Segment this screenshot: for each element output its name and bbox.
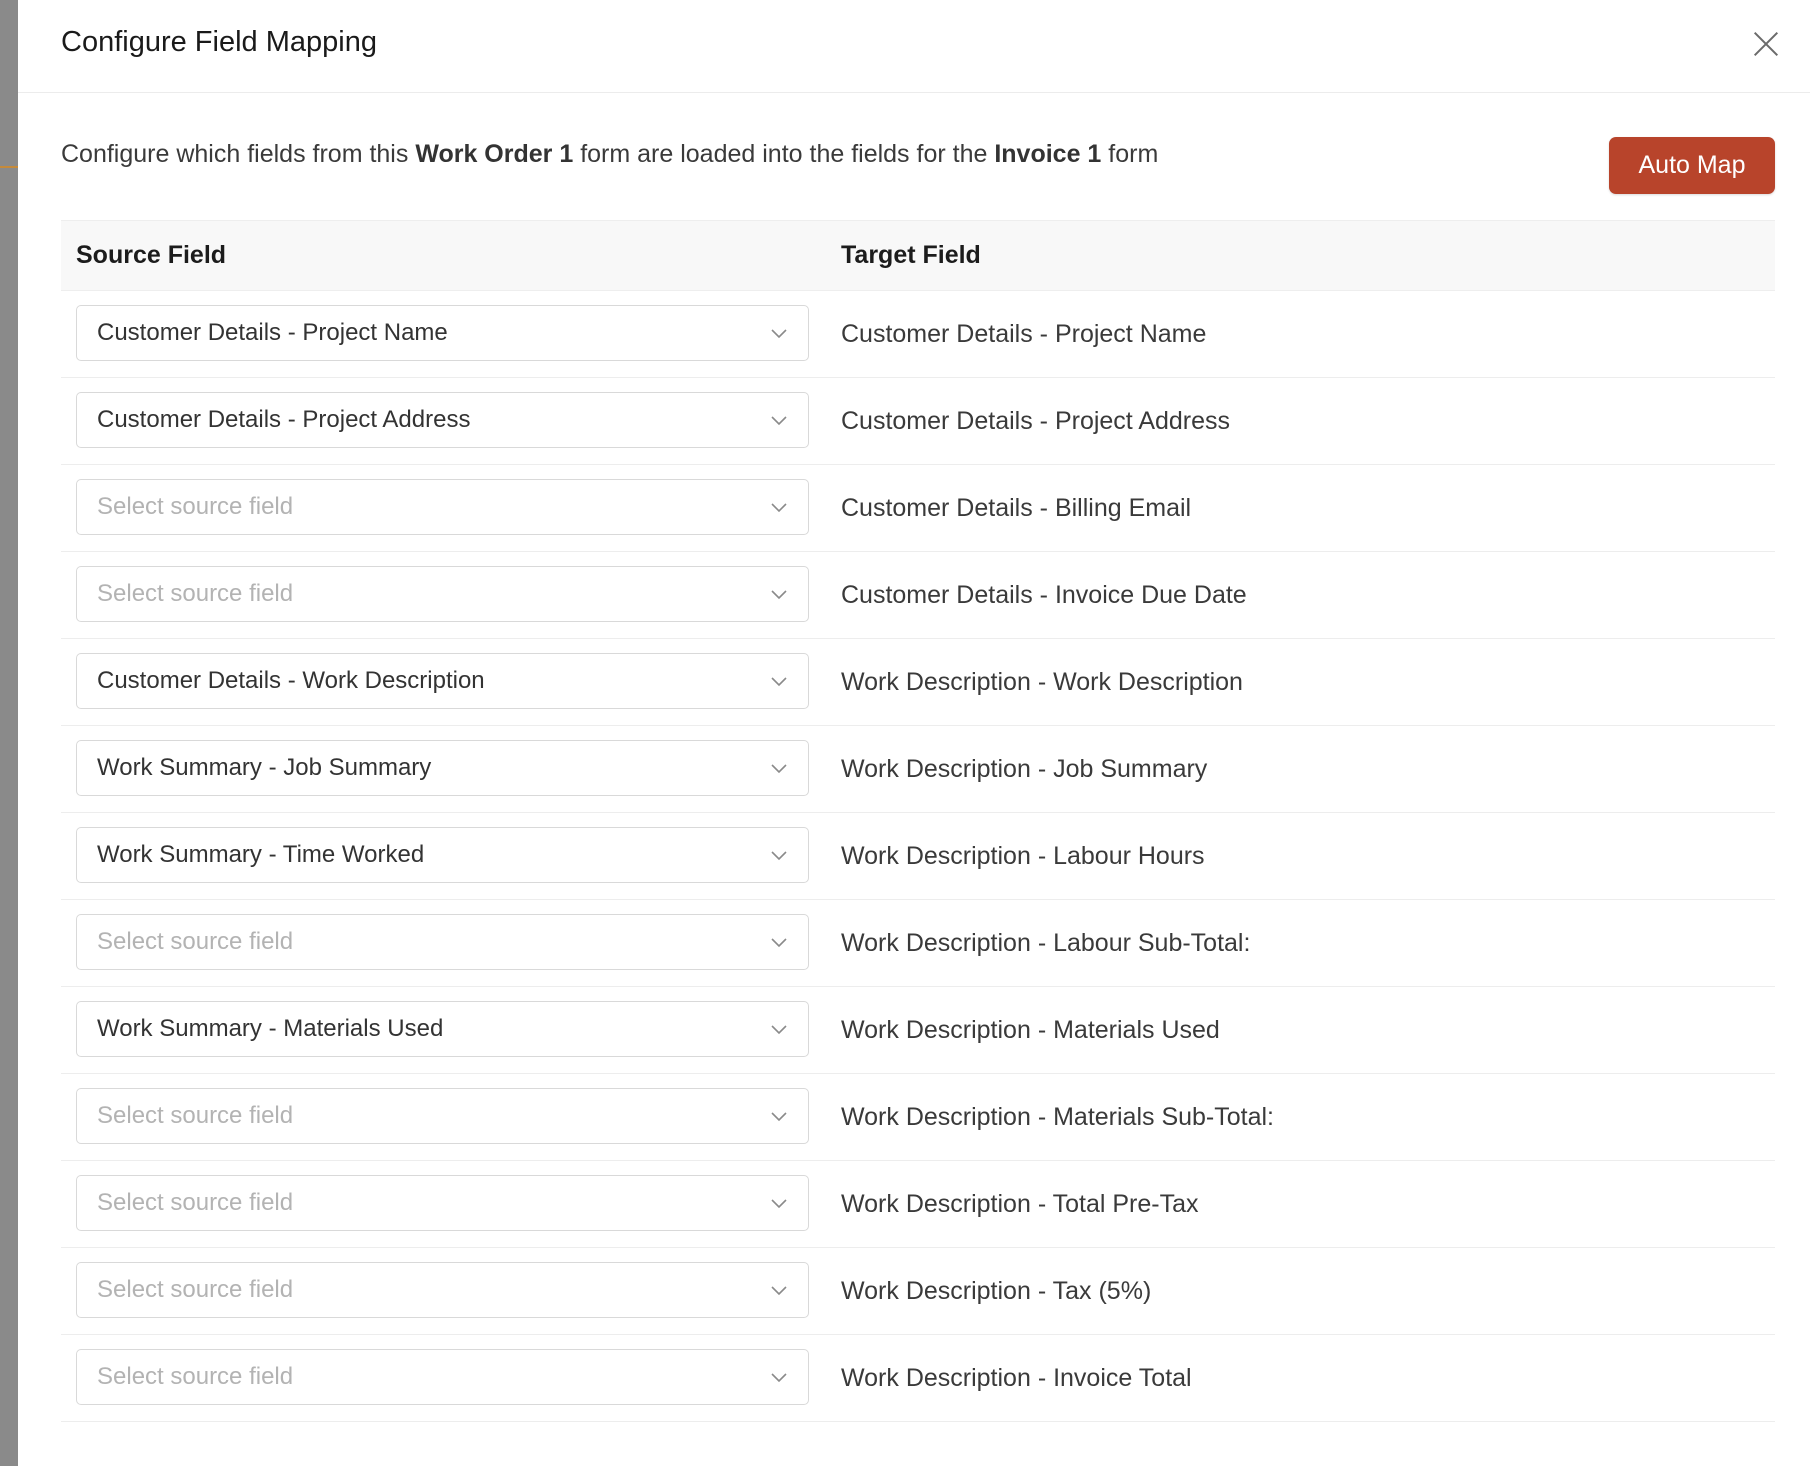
source-field-select[interactable]: Select source field (76, 479, 809, 535)
intro-text: Configure which fields from this Work Or… (61, 140, 1158, 169)
chevron-down-icon (771, 1199, 787, 1209)
target-field-label: Customer Details - Billing Email (841, 494, 1192, 522)
table-header: Source Field Target Field (61, 220, 1775, 291)
chevron-down-icon (771, 1025, 787, 1035)
source-field-select[interactable]: Work Summary - Materials Used (76, 1001, 809, 1057)
source-field-value: Customer Details - Project Name (97, 319, 448, 346)
source-field-select[interactable]: Customer Details - Project Name (76, 305, 809, 361)
table-row: Customer Details - Work Description Work … (61, 639, 1775, 726)
target-field-label: Work Description - Job Summary (841, 755, 1208, 783)
chevron-down-icon (771, 1112, 787, 1122)
source-field-value: Work Summary - Time Worked (97, 841, 425, 868)
table-row: Work Summary - Time Worked Work Descripti… (61, 813, 1775, 900)
table-row: Select source field Work Description - In… (61, 1335, 1775, 1422)
chevron-down-icon (771, 1286, 787, 1296)
chevron-down-icon (771, 764, 787, 774)
chevron-down-icon (771, 329, 787, 339)
target-field-label: Work Description - Materials Sub-Total: (841, 1103, 1275, 1131)
source-field-value: Customer Details - Project Address (97, 406, 471, 433)
table-row: Work Summary - Materials Used Work Descri… (61, 987, 1775, 1074)
intro-part-3: form (1101, 140, 1159, 168)
source-field-select[interactable]: Select source field (76, 1262, 809, 1318)
chevron-down-icon (771, 1373, 787, 1383)
source-field-value: Customer Details - Work Description (97, 667, 485, 694)
source-form-name: Work Order 1 (415, 140, 574, 168)
target-field-label: Work Description - Tax (5%) (841, 1277, 1152, 1305)
table-row: Select source field Customer Details - In… (61, 552, 1775, 639)
source-field-select[interactable]: Customer Details - Project Address (76, 392, 809, 448)
modal-title: Configure Field Mapping (61, 26, 377, 58)
target-field-label: Work Description - Total Pre-Tax (841, 1190, 1199, 1218)
source-field-value: Select source field (97, 1189, 294, 1216)
table-row: Customer Details - Project Name Customer … (61, 291, 1775, 378)
source-field-select[interactable]: Work Summary - Time Worked (76, 827, 809, 883)
target-field-header: Target Field (841, 241, 981, 269)
source-field-value: Select source field (97, 928, 294, 955)
backdrop-accent-line (0, 166, 18, 168)
target-field-label: Work Description - Materials Used (841, 1016, 1220, 1044)
target-field-label: Work Description - Invoice Total (841, 1364, 1192, 1392)
table-row: Select source field Work Description - Ta… (61, 1248, 1775, 1335)
source-field-value: Select source field (97, 580, 294, 607)
table-row: Customer Details - Project Address Custom… (61, 378, 1775, 465)
target-field-label: Work Description - Labour Sub-Total: (841, 929, 1251, 957)
auto-map-button[interactable]: Auto Map (1609, 137, 1775, 194)
target-field-label: Work Description - Work Description (841, 668, 1243, 696)
mapping-table: Source Field Target Field Customer Detai… (61, 220, 1775, 1422)
chevron-down-icon (771, 416, 787, 426)
chevron-down-icon (771, 938, 787, 948)
target-field-label: Customer Details - Invoice Due Date (841, 581, 1247, 609)
table-row: Select source field Customer Details - Bi… (61, 465, 1775, 552)
intro-part-2: form are loaded into the fields for the (573, 140, 995, 168)
chevron-down-icon (771, 677, 787, 687)
source-field-select[interactable]: Select source field (76, 1175, 809, 1231)
chevron-down-icon (771, 590, 787, 600)
source-field-select[interactable]: Select source field (76, 1349, 809, 1405)
source-field-value: Select source field (97, 1276, 294, 1303)
source-field-select[interactable]: Select source field (76, 1088, 809, 1144)
field-mapping-modal: Configure Field Mapping Configure which … (18, 0, 1810, 1466)
table-row: Select source field Work Description - Ma… (61, 1074, 1775, 1161)
source-field-header: Source Field (76, 241, 227, 269)
target-field-label: Customer Details - Project Name (841, 320, 1207, 348)
source-field-select[interactable]: Select source field (76, 566, 809, 622)
target-field-label: Work Description - Labour Hours (841, 842, 1205, 870)
chevron-down-icon (771, 851, 787, 861)
source-field-value: Select source field (97, 493, 294, 520)
target-form-name: Invoice 1 (994, 140, 1102, 168)
chevron-down-icon (771, 503, 787, 513)
source-field-select[interactable]: Work Summary - Job Summary (76, 740, 809, 796)
source-field-select[interactable]: Customer Details - Work Description (76, 653, 809, 709)
table-body: Customer Details - Project Name Customer … (61, 291, 1775, 1422)
table-row: Work Summary - Job Summary Work Descripti… (61, 726, 1775, 813)
source-field-value: Select source field (97, 1102, 294, 1129)
table-row: Select source field Work Description - To… (61, 1161, 1775, 1248)
table-row: Select source field Work Description - La… (61, 900, 1775, 987)
close-icon[interactable] (1752, 30, 1780, 58)
page-backdrop (0, 0, 18, 1466)
modal-header: Configure Field Mapping (18, 0, 1810, 93)
source-field-value: Work Summary - Job Summary (97, 754, 432, 781)
source-field-select[interactable]: Select source field (76, 914, 809, 970)
source-field-value: Work Summary - Materials Used (97, 1015, 444, 1042)
intro-part-1: Configure which fields from this (61, 140, 416, 168)
source-field-value: Select source field (97, 1363, 294, 1390)
target-field-label: Customer Details - Project Address (841, 407, 1231, 435)
